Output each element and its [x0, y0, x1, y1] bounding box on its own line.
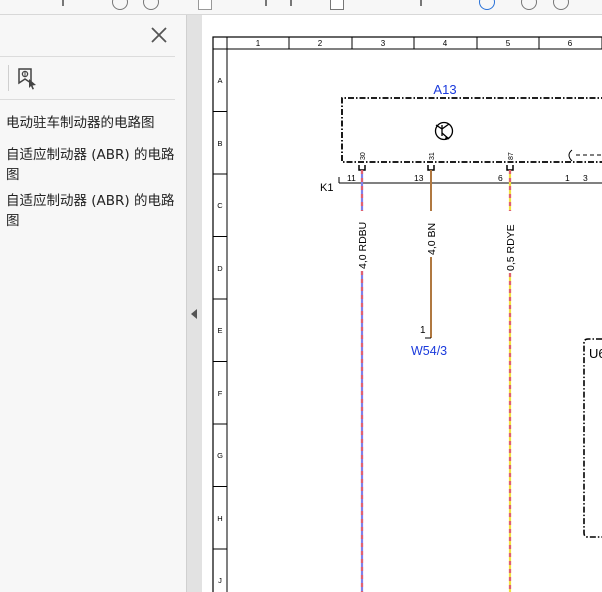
pin-number: 3: [583, 173, 588, 183]
close-icon-glyph: [151, 27, 167, 43]
page-view-icon[interactable]: [330, 0, 344, 10]
column-dividers: [226, 37, 602, 49]
relay-symbol-icon: [434, 121, 454, 141]
page-number-input[interactable]: [198, 0, 212, 10]
pin-number: 13: [414, 173, 424, 183]
zoom-out-icon[interactable]: [112, 0, 128, 10]
bookmark-icon-glyph: [18, 68, 36, 90]
row-label: G: [217, 451, 223, 460]
connector-k1-label: K1: [320, 182, 333, 194]
row-label: J: [218, 576, 222, 585]
rotate-icon[interactable]: [521, 0, 537, 10]
wire-label: 4,0 BN: [426, 223, 438, 255]
toolbar-divider: [420, 0, 422, 6]
toolbar-divider: [62, 0, 64, 6]
component-u6-label: U6: [589, 346, 602, 361]
zoom-in-icon[interactable]: [143, 0, 159, 10]
row-label: E: [217, 326, 222, 335]
sidebar-divider: [0, 99, 175, 100]
column-label: 5: [506, 39, 511, 48]
wire-label: 4,0 RDBU: [357, 222, 369, 269]
row-label: D: [217, 264, 223, 273]
component-a13-box: [341, 97, 602, 163]
row-labels: A B C D E F G H J: [217, 76, 223, 585]
pin-label-top: 30: [360, 152, 367, 160]
row-dividers: [213, 48, 227, 550]
wiring-diagram: 1 2 3 4 5 6 A B C D E F G H J A13 30 31 …: [212, 36, 602, 592]
row-label: A: [217, 76, 222, 85]
row-label: H: [217, 514, 222, 523]
toolbar-divider: [290, 0, 292, 6]
column-label: 6: [568, 39, 573, 48]
toolbar: [0, 0, 602, 15]
column-label: 4: [443, 39, 448, 48]
ground-point-label: W54/3: [411, 344, 447, 358]
pin-number: 1: [565, 173, 570, 183]
collapse-panel-icon[interactable]: [191, 309, 197, 319]
component-a13-label: A13: [433, 82, 456, 97]
component-continuation-arc: [568, 149, 573, 162]
document-page[interactable]: 1 2 3 4 5 6 A B C D E F G H J A13 30 31 …: [202, 15, 602, 592]
help-icon[interactable]: [479, 0, 495, 10]
pin-number: 11: [347, 173, 356, 183]
column-label: 1: [256, 39, 261, 48]
row-label: F: [218, 389, 223, 398]
bookmark-item[interactable]: 自适应制动器 (ABR) 的电路图: [6, 191, 178, 231]
row-label: B: [217, 139, 222, 148]
close-icon[interactable]: [148, 25, 170, 47]
bookmark-item[interactable]: 自适应制动器 (ABR) 的电路图: [6, 145, 178, 185]
column-label: 2: [318, 39, 323, 48]
toolbar-divider: [265, 0, 267, 6]
pin-number: 6: [498, 173, 503, 183]
tool-separator: [8, 65, 9, 91]
pin-label-top: 87: [508, 152, 515, 160]
bookmark-item[interactable]: 电动驻车制动器的电路图: [6, 113, 178, 133]
ground-pin-number: 1: [420, 325, 426, 336]
panel-splitter[interactable]: [187, 15, 202, 592]
bookmark-options-icon[interactable]: [16, 67, 38, 91]
pin-connectors: [358, 165, 514, 171]
column-label: 3: [381, 39, 386, 48]
sidebar-divider: [0, 56, 175, 57]
component-u6-box: [583, 338, 602, 538]
bookmarks-panel: 电动驻车制动器的电路图 自适应制动器 (ABR) 的电路图 自适应制动器 (AB…: [0, 15, 187, 592]
wire-label: 0,5 RDYE: [505, 224, 517, 271]
share-icon[interactable]: [553, 0, 569, 10]
diagram-frame: [212, 36, 602, 592]
pin-label-top: 31: [429, 152, 436, 160]
row-label: C: [217, 201, 223, 210]
